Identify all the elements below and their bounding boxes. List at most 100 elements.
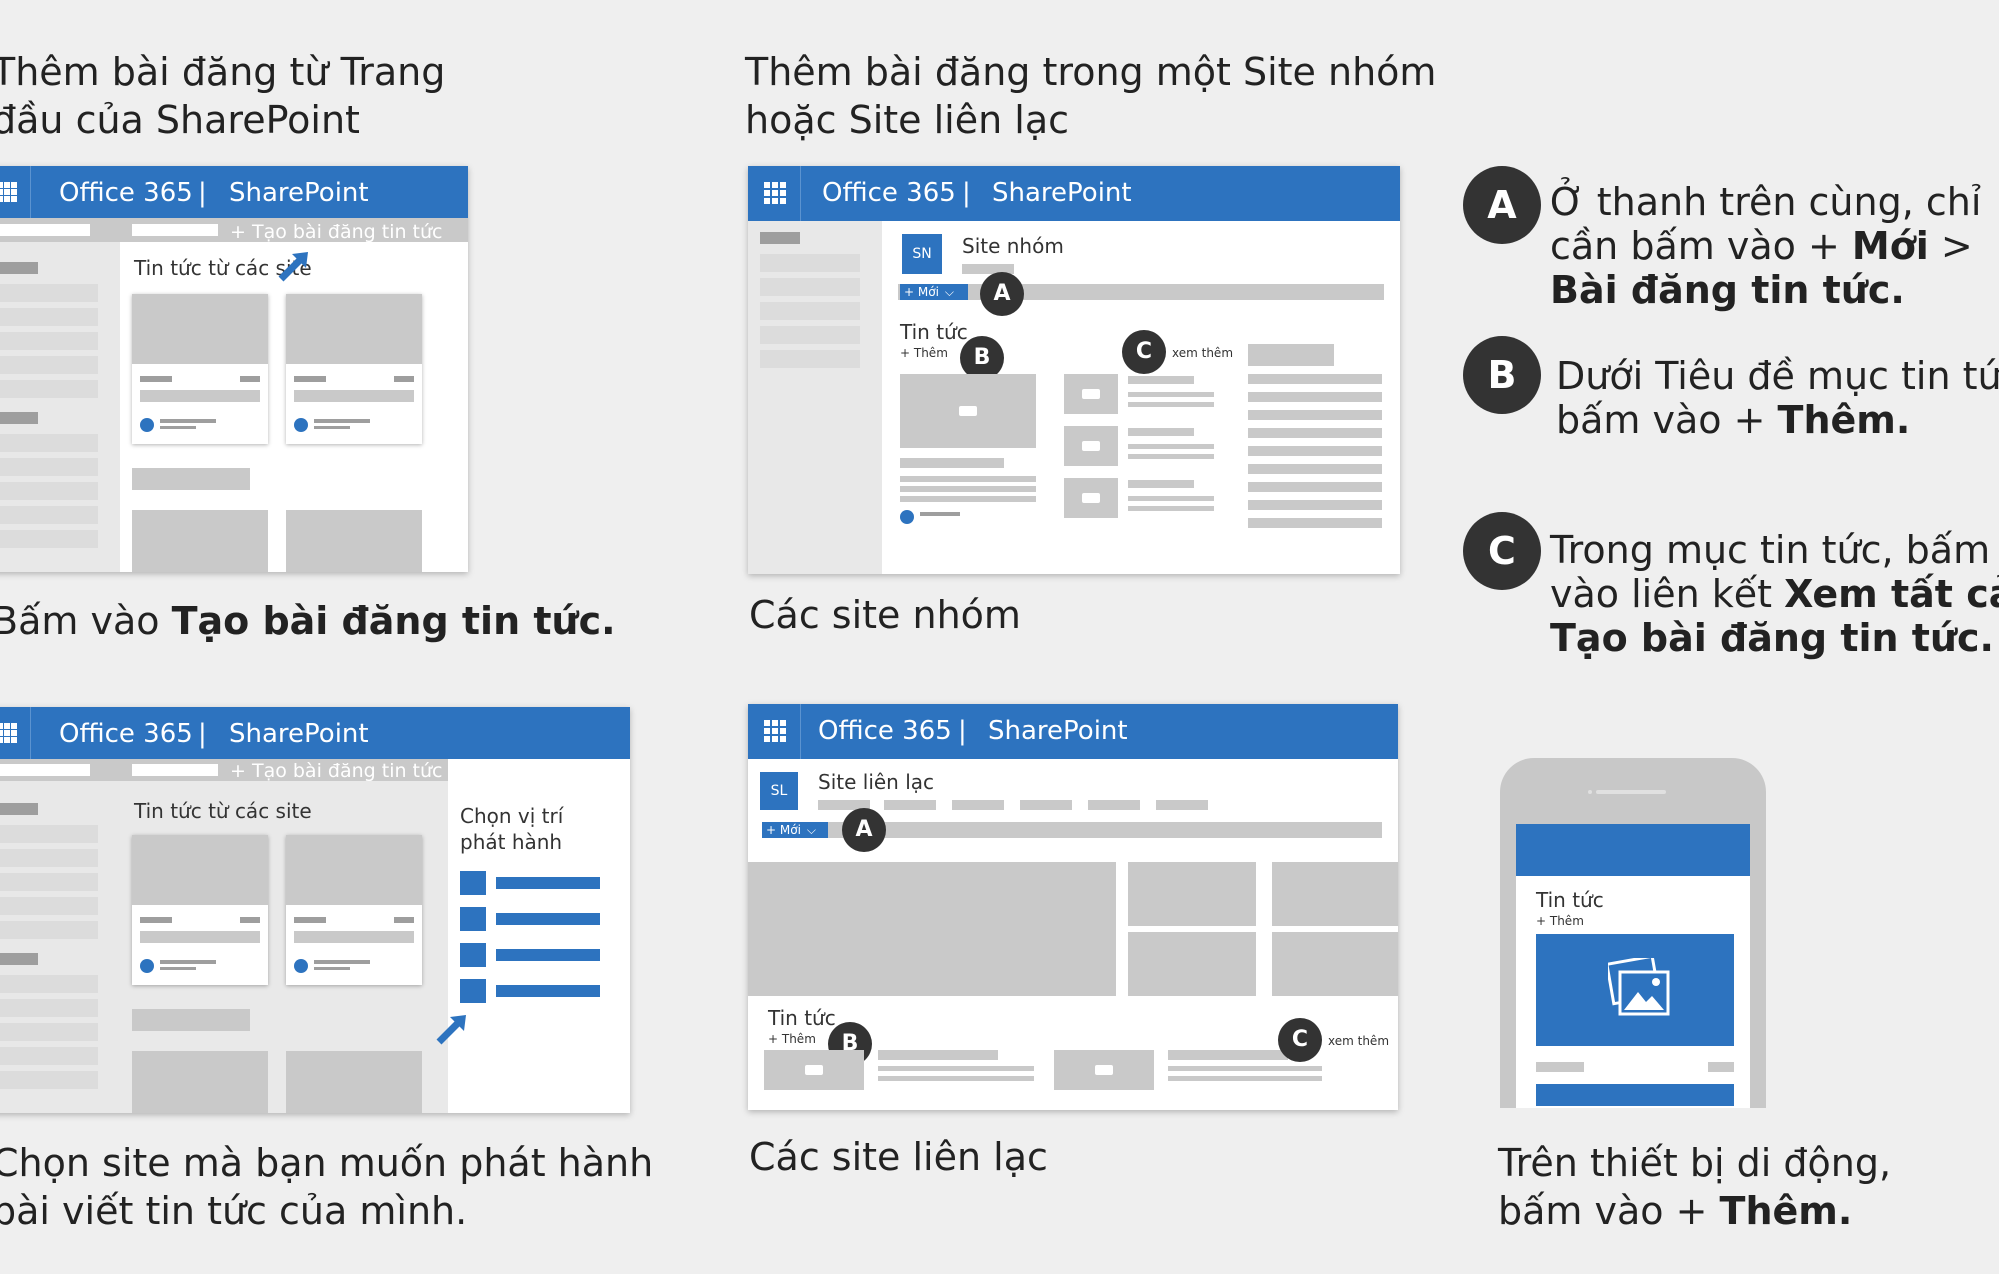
site-heading-line1: Thêm bài đăng trong một Site nhóm bbox=[745, 50, 1437, 94]
bar-separator: | bbox=[198, 178, 207, 208]
mobile-add-link[interactable]: + Thêm bbox=[1536, 914, 1584, 928]
choose-location-title: Chọn vị trí phát hành bbox=[460, 803, 563, 855]
site-logo: SN bbox=[902, 234, 942, 274]
news-card[interactable] bbox=[286, 294, 422, 444]
step-a-line2-suffix: > bbox=[1928, 224, 1973, 268]
mobile-news-title: Tin tức bbox=[1536, 888, 1604, 912]
communication-site-mock: Office 365 | SharePoint SL Site liên lạc… bbox=[748, 704, 1398, 1110]
step-c-line2-bold: Xem tất cả bbox=[1784, 572, 1999, 616]
home-bottom-caption-line1: Chọn site mà bạn muốn phát hành bbox=[0, 1141, 654, 1185]
step-c-marker: C bbox=[1463, 512, 1541, 590]
step-b-marker: B bbox=[1463, 336, 1541, 414]
arrow-icon bbox=[278, 248, 312, 282]
news-from-sites-title-2: Tin tức từ các site bbox=[134, 799, 312, 823]
marker-a: A bbox=[980, 272, 1024, 316]
step-b-line1: Dưới Tiêu đề mục tin tức, bbox=[1556, 354, 1999, 398]
home-top-caption-prefix: Bấm vào bbox=[0, 599, 172, 643]
phone-speaker bbox=[1596, 790, 1666, 794]
arrow-icon bbox=[436, 1011, 470, 1045]
mobile-caption-line1: Trên thiết bị di động, bbox=[1498, 1141, 1892, 1185]
choose-location-line2: phát hành bbox=[460, 830, 563, 854]
news-card[interactable] bbox=[286, 835, 422, 985]
step-b-text: Dưới Tiêu đề mục tin tức, bấm vào + Thêm… bbox=[1556, 354, 1999, 442]
step-c-text: Trong mục tin tức, bấm vào liên kết Xem … bbox=[1550, 528, 1999, 660]
sharepoint-label[interactable]: SharePoint bbox=[988, 716, 1128, 746]
app-launcher-icon[interactable] bbox=[0, 707, 31, 759]
step-a-line2: cần bấm vào + Mới > bbox=[1550, 224, 1981, 268]
step-a-marker: A bbox=[1463, 166, 1541, 244]
step-c-line2: vào liên kết Xem tất cả > bbox=[1550, 572, 1999, 616]
picture-icon bbox=[1605, 954, 1672, 1018]
step-c-line3-bold: Tạo bài đăng tin tức. bbox=[1550, 616, 1994, 660]
mobile-caption-line2: bấm vào + Thêm. bbox=[1498, 1187, 1891, 1235]
phone-mock: Tin tức + Thêm bbox=[1500, 758, 1766, 1108]
step-c-line3: Tạo bài đăng tin tức. bbox=[1550, 616, 1999, 660]
office-365-label[interactable]: Office 365 bbox=[822, 178, 956, 208]
phone-screen: Tin tức + Thêm bbox=[1516, 824, 1750, 1108]
home-page-mock: Office 365 | SharePoint + Tạo bài đăng t… bbox=[0, 166, 468, 572]
team-site-mock: Office 365 | SharePoint SN Site nhóm + M… bbox=[748, 166, 1400, 574]
new-button[interactable]: + Mới ⌵ bbox=[762, 822, 828, 838]
step-a-text: Ở thanh trên cùng, chỉ cần bấm vào + Mới… bbox=[1550, 180, 1981, 312]
new-button-label: + Mới bbox=[766, 823, 801, 837]
choose-location-line1: Chọn vị trí bbox=[460, 804, 564, 828]
step-b-line2-prefix: bấm vào + bbox=[1556, 398, 1778, 442]
mobile-caption-line2-prefix: bấm vào + bbox=[1498, 1189, 1720, 1233]
news-image bbox=[900, 374, 1036, 448]
suite-bar: Office 365 | SharePoint bbox=[0, 166, 468, 218]
suite-bar: Office 365 | SharePoint bbox=[0, 707, 630, 759]
news-title: Tin tức bbox=[900, 320, 968, 344]
command-bar bbox=[898, 284, 1384, 300]
home-top-caption-bold: Tạo bài đăng tin tức. bbox=[171, 599, 616, 643]
step-b-line2-bold: Thêm. bbox=[1777, 398, 1911, 442]
step-c-line2-prefix: vào liên kết bbox=[1550, 572, 1785, 616]
add-news-link[interactable]: + Thêm bbox=[768, 1032, 816, 1046]
hero-main bbox=[748, 862, 1116, 996]
app-launcher-icon[interactable] bbox=[0, 166, 31, 218]
create-news-post-link[interactable]: + Tạo bài đăng tin tức bbox=[230, 220, 443, 244]
add-news-link[interactable]: + Thêm bbox=[900, 346, 948, 360]
mobile-news-image bbox=[1536, 934, 1734, 1046]
bar-separator: | bbox=[962, 178, 971, 208]
news-card[interactable] bbox=[132, 294, 268, 444]
see-all-link[interactable]: xem thêm bbox=[1172, 346, 1233, 360]
news-card[interactable] bbox=[132, 835, 268, 985]
mobile-caption-line2-bold: Thêm. bbox=[1719, 1189, 1853, 1233]
new-button[interactable]: + Mới ⌵ bbox=[900, 284, 968, 300]
office-365-label[interactable]: Office 365 bbox=[818, 716, 952, 746]
office-365-label[interactable]: Office 365 bbox=[59, 719, 193, 749]
news-title: Tin tức bbox=[768, 1006, 836, 1030]
bar-separator: | bbox=[958, 716, 967, 746]
home-heading: Thêm bài đăng từ Trang đầu của SharePoin… bbox=[0, 48, 445, 144]
site-heading: Thêm bài đăng trong một Site nhóm hoặc S… bbox=[745, 48, 1436, 144]
suite-bar: Office 365 | SharePoint bbox=[748, 166, 1400, 221]
home-top-caption: Bấm vào Tạo bài đăng tin tức. bbox=[0, 597, 616, 645]
sharepoint-label[interactable]: SharePoint bbox=[229, 178, 369, 208]
sharepoint-label[interactable]: SharePoint bbox=[229, 719, 369, 749]
step-a-line3: Bài đăng tin tức. bbox=[1550, 268, 1981, 312]
app-launcher-icon[interactable] bbox=[748, 704, 801, 759]
marker-a: A bbox=[842, 808, 886, 852]
marker-c: C bbox=[1122, 330, 1166, 374]
office-365-label[interactable]: Office 365 bbox=[59, 178, 193, 208]
site-name: Site liên lạc bbox=[818, 770, 935, 794]
site-logo: SL bbox=[760, 772, 798, 810]
suite-bar: Office 365 | SharePoint bbox=[748, 704, 1398, 759]
app-launcher-icon[interactable] bbox=[748, 166, 801, 221]
see-all-link[interactable]: xem thêm bbox=[1328, 1034, 1389, 1048]
marker-c: C bbox=[1278, 1018, 1322, 1062]
home-heading-line2: đầu của SharePoint bbox=[0, 98, 360, 142]
site-name: Site nhóm bbox=[962, 234, 1064, 258]
home-heading-line1: Thêm bài đăng từ Trang bbox=[0, 50, 446, 94]
left-nav bbox=[748, 221, 882, 574]
publish-location-panel: Chọn vị trí phát hành bbox=[436, 759, 630, 1113]
sharepoint-label[interactable]: SharePoint bbox=[992, 178, 1132, 208]
team-caption: Các site nhóm bbox=[749, 593, 1021, 637]
step-a-line1: Ở thanh trên cùng, chỉ bbox=[1550, 180, 1982, 224]
home-page-publish-mock: Office 365 | SharePoint + Tạo bài đăng t… bbox=[0, 707, 630, 1113]
step-c-line1: Trong mục tin tức, bấm bbox=[1550, 528, 1991, 572]
new-button-label: + Mới bbox=[904, 285, 939, 299]
comm-caption: Các site liên lạc bbox=[749, 1135, 1048, 1179]
create-news-post-link[interactable]: + Tạo bài đăng tin tức bbox=[230, 759, 443, 783]
site-initials: SN bbox=[912, 246, 932, 262]
